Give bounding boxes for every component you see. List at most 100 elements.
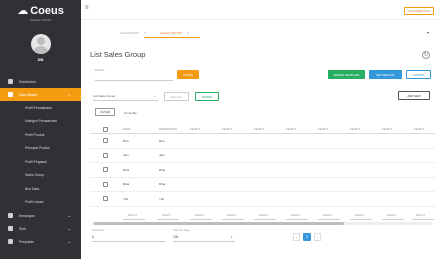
column-header[interactable]: SELECT xyxy=(350,128,360,131)
select-all-checkbox[interactable] xyxy=(103,127,108,132)
next-page-icon[interactable]: › xyxy=(314,233,321,241)
sidebar-item-dashboard[interactable]: Dashboard xyxy=(0,75,81,88)
search-button[interactable]: CARI(Z) xyxy=(177,70,199,79)
sidebar-item-label: Dashboard xyxy=(19,79,36,84)
refresh-icon[interactable]: ↻ xyxy=(422,51,430,59)
footer-select[interactable]: SELECT xyxy=(162,214,171,217)
per-page-underline xyxy=(173,241,235,242)
sidebar-item-data-master[interactable]: Data Master ⌄ xyxy=(0,88,81,101)
template-select[interactable]: List Sales Group ⌄ xyxy=(93,92,158,101)
cell-description: Rina xyxy=(159,167,166,172)
table-row[interactable]: Ron Ron xyxy=(90,134,435,149)
group-by-field[interactable]: Group By xyxy=(124,111,137,115)
column-header[interactable]: DESCRIPTION xyxy=(159,128,177,131)
table-header: NAMA DESCRIPTION SELECT SELECT SELECT SE… xyxy=(90,125,435,134)
brand-version: Version 1.02.01 xyxy=(30,18,51,22)
dashboard-icon xyxy=(8,79,13,84)
cell-name: Yuli xyxy=(123,196,128,201)
per-page-select[interactable]: 100 xyxy=(173,235,178,239)
cell-description: Jam xyxy=(159,153,165,158)
sidebar-item-label: Data Master xyxy=(19,92,38,97)
footer-select-underline xyxy=(157,219,179,220)
table-row[interactable]: Yuli Yuli xyxy=(90,192,435,207)
save-button[interactable]: SIMPAN xyxy=(195,92,219,101)
sidebar-subitem-profil-pegawai[interactable]: Profil Pegawai xyxy=(0,155,81,169)
sidebar-subitem-bon-data[interactable]: Bon Data xyxy=(0,182,81,196)
scrollbar-thumb[interactable] xyxy=(94,222,344,225)
caret-down-icon[interactable]: ▾ xyxy=(427,30,429,35)
period-field[interactable]: - xyxy=(95,74,96,78)
footer-select[interactable]: SELECT xyxy=(355,214,364,217)
footer-select-underline xyxy=(286,219,308,220)
footer-select[interactable]: SELECT xyxy=(323,214,332,217)
sidebar-subitem-profil-produk[interactable]: Profil Produk xyxy=(0,128,81,142)
select-all-dropdown[interactable]: PILIH ALL xyxy=(164,92,189,101)
row-checkbox[interactable] xyxy=(103,196,108,202)
sidebar-item-penjualan[interactable]: Penjualan ⌄ xyxy=(0,235,81,248)
add-new-button[interactable]: ADD NEW xyxy=(398,91,430,100)
finance-icon xyxy=(8,213,13,218)
page-number-button[interactable]: 1 xyxy=(303,233,311,241)
close-icon[interactable]: × xyxy=(187,30,189,35)
table-row[interactable]: Rina Rina xyxy=(90,163,435,178)
avatar[interactable] xyxy=(30,34,51,54)
row-checkbox[interactable] xyxy=(103,138,108,144)
sidebar-item-keuangan[interactable]: Keuangan ⌄ xyxy=(0,209,81,222)
per-page-label: Data Per Page xyxy=(173,229,191,232)
row-checkbox[interactable] xyxy=(103,167,108,173)
table-row[interactable]: Rina Rina xyxy=(90,178,435,192)
row-checkbox[interactable] xyxy=(103,152,108,158)
footer-select[interactable]: SELECT xyxy=(387,214,396,217)
cell-description: Rina xyxy=(159,182,166,187)
documentation-button[interactable]: DOKUMENTASI xyxy=(404,7,434,15)
sidebar-subitem-profil-perusahaan[interactable]: Profil Perusahaan xyxy=(0,101,81,115)
column-header[interactable]: SELECT xyxy=(382,128,392,131)
footer-select[interactable]: SELECT xyxy=(291,214,300,217)
column-header[interactable]: NAMA xyxy=(123,128,131,131)
footer-select-underline xyxy=(123,219,145,220)
footer-select[interactable]: SELECT xyxy=(227,214,236,217)
column-header[interactable]: SELECT xyxy=(190,128,200,131)
close-icon[interactable]: × xyxy=(144,30,146,35)
column-header[interactable]: SELECT xyxy=(254,128,264,131)
cell-description: Yuli xyxy=(159,196,164,201)
sidebar-subitem-principal-produk[interactable]: Principal Produk xyxy=(0,142,81,156)
column-header[interactable]: SELECT xyxy=(414,128,424,131)
sidebar-subitem-sales-group[interactable]: Sales Group xyxy=(0,169,81,183)
sidebar-item-stok[interactable]: Stok ⌄ xyxy=(0,222,81,235)
chevron-down-icon: ⌄ xyxy=(153,94,156,98)
footer-select[interactable]: SELECT xyxy=(195,214,204,217)
sidebar-subitem-profil-lokasi[interactable]: Profil Lokasi xyxy=(0,196,81,210)
cell-name: Rina xyxy=(123,182,130,187)
footer-column-selects: SELECT SELECT SELECT SELECT SELECT SELEC… xyxy=(90,214,435,220)
tab-sales-group[interactable]: SALES GROUP × xyxy=(160,30,189,35)
footer-select-underline xyxy=(412,219,434,220)
footer-select[interactable]: SELECT xyxy=(259,214,268,217)
hamburger-menu-icon[interactable]: ≡ xyxy=(85,5,89,11)
tab-label: DASHBOARD xyxy=(120,30,140,35)
footer-select[interactable]: SELECT xyxy=(416,214,425,217)
add-button[interactable]: TAMBAH xyxy=(406,70,431,79)
filter-label: FILTER xyxy=(99,110,111,114)
tab-dashboard[interactable]: DASHBOARD × xyxy=(120,30,146,35)
filter-button[interactable]: FILTER xyxy=(95,108,115,116)
column-header[interactable]: SELECT xyxy=(286,128,296,131)
sidebar-subitem-kategori-perusahaan[interactable]: Kategori Perusahaan xyxy=(0,115,81,129)
row-checkbox[interactable] xyxy=(103,181,108,187)
cloud-icon: ☁ xyxy=(17,5,29,17)
column-header[interactable]: SELECT xyxy=(222,128,232,131)
footer-select-underline xyxy=(254,219,276,220)
prev-page-icon[interactable]: ‹ xyxy=(293,233,300,241)
column-header[interactable]: SELECT xyxy=(318,128,328,131)
caret-down-icon[interactable]: ▾ xyxy=(231,235,233,239)
set-default-button[interactable]: SET DEFAULT xyxy=(369,70,402,79)
footer-select[interactable]: SELECT xyxy=(128,214,137,217)
horizontal-scrollbar[interactable] xyxy=(92,222,432,225)
table-row[interactable]: Jam Jam xyxy=(90,149,435,163)
chevron-down-icon: ⌄ xyxy=(67,213,71,218)
pagination: ‹ 1 › xyxy=(293,233,321,241)
sidebar-item-label: Keuangan xyxy=(19,213,35,218)
save-template-button[interactable]: SIMPAN TEMPLATE xyxy=(328,70,365,79)
brand-logo: ☁ Coeus Version 1.02.01 xyxy=(0,0,81,23)
sidebar-item-label: Penjualan xyxy=(19,239,35,244)
